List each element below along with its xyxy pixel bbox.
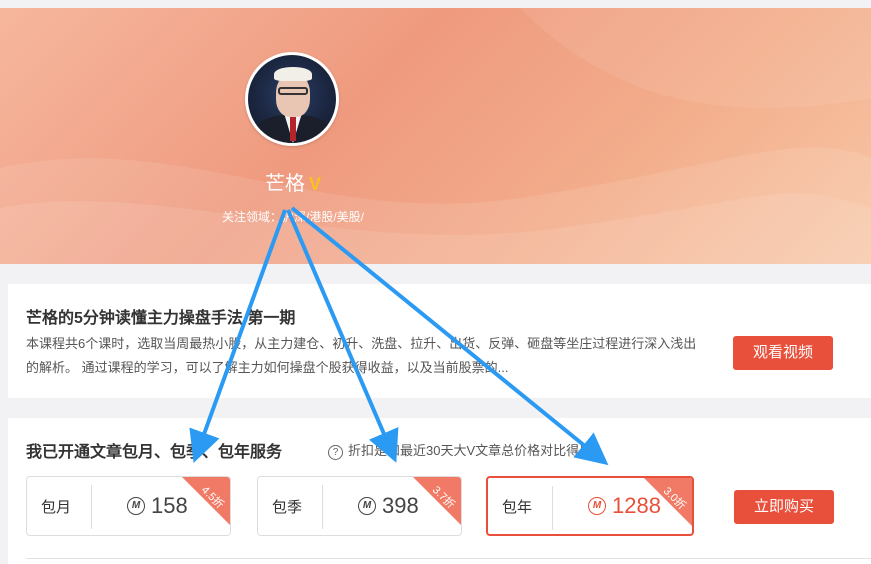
plan-price: M 398 [358, 477, 419, 535]
subscription-card: 我已开通文章包月、包季、包年服务 ? 折扣是和最近30天大V文章总价格对比得出 包… [8, 418, 871, 564]
avatar[interactable] [245, 52, 339, 146]
plan-divider [91, 485, 92, 529]
profile-banner: 芒格 V 关注领域：沪深/港股/美股/ [0, 8, 871, 264]
subscription-title: 我已开通文章包月、包季、包年服务 [26, 444, 283, 461]
help-icon[interactable]: ? [328, 445, 343, 460]
plan-price: M 1288 [588, 478, 661, 534]
watch-video-button[interactable]: 观看视频 [733, 336, 833, 370]
coin-icon: M [127, 497, 145, 515]
plan-quarterly[interactable]: 包季 M 398 3.7折 [257, 476, 462, 536]
focus-value: 沪深/港股/美股/ [282, 210, 365, 224]
coin-icon: M [588, 497, 606, 515]
plan-monthly[interactable]: 包月 M 158 4.5折 [26, 476, 231, 536]
discount-note: ? 折扣是和最近30天大V文章总价格对比得出 [328, 440, 592, 460]
plan-name: 包年 [502, 498, 533, 516]
plan-divider [552, 486, 553, 530]
divider-line [26, 558, 871, 559]
coin-icon: M [358, 497, 376, 515]
discount-label: 3.7折 [429, 484, 457, 512]
discount-ribbon: 4.5折 [182, 477, 230, 525]
plan-divider [322, 485, 323, 529]
plan-name: 包月 [41, 498, 72, 516]
course-card: 芒格的5分钟读懂主力操盘手法 第一期 本课程共6个课时，选取当周最热小股，从主力… [8, 284, 871, 398]
discount-note-text: 折扣是和最近30天大V文章总价格对比得出 [348, 443, 593, 458]
discount-label: 4.5折 [198, 484, 226, 512]
buy-now-button[interactable]: 立即购买 [734, 490, 834, 524]
plan-price-value: 398 [382, 493, 419, 518]
plan-price-value: 158 [151, 493, 188, 518]
verified-icon: V [308, 174, 321, 194]
profile-name-row: 芒格 V [0, 167, 586, 196]
course-description: 本课程共6个课时，选取当周最热小股，从主力建仓、初升、洗盘、拉升、出货、反弹、砸… [26, 336, 697, 375]
discount-ribbon: 3.7折 [413, 477, 461, 525]
plan-yearly[interactable]: 包年 M 1288 3.0折 [486, 476, 694, 536]
profile-name: 芒格 [264, 173, 305, 195]
banner-wave-decoration [0, 8, 871, 264]
focus-label: 关注领域： [221, 210, 282, 224]
plan-price: M 158 [127, 477, 188, 535]
plan-name: 包季 [272, 498, 303, 516]
focus-areas: 关注领域：沪深/港股/美股/ [0, 208, 586, 225]
course-title[interactable]: 芒格的5分钟读懂主力操盘手法 第一期 [26, 304, 295, 328]
plan-price-value: 1288 [612, 493, 661, 518]
